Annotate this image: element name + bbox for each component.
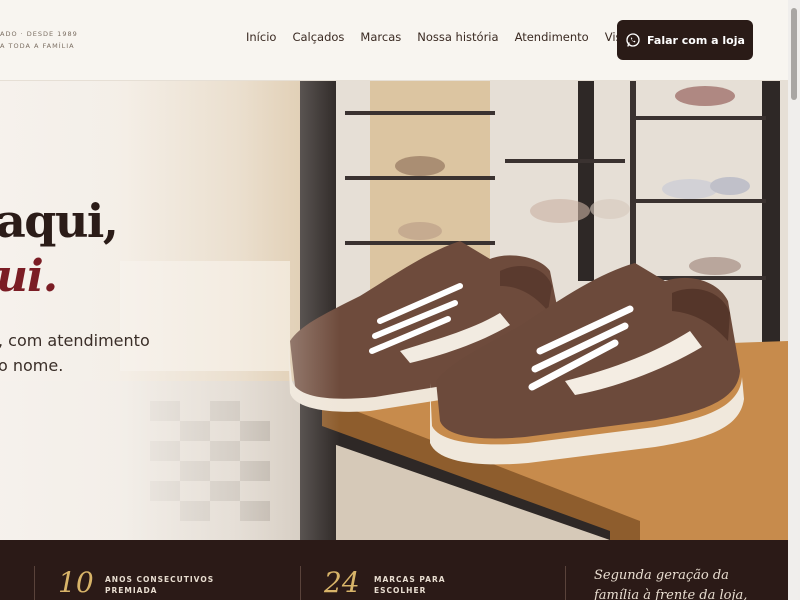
contact-store-label: Falar com a loja [647, 33, 745, 47]
tagline-line-2: A TODA A FAMÍLIA [0, 42, 75, 50]
hero-section: aqui, ui. , com atendimento o nome. [0, 81, 788, 540]
stat-divider [300, 566, 301, 600]
stat-label-brands: MARCAS PARA ESCOLHER [374, 574, 446, 596]
stat-divider [34, 566, 35, 600]
scrollbar-thumb[interactable] [791, 8, 797, 100]
nav-inicio[interactable]: Início [246, 30, 276, 44]
nav-atendimento[interactable]: Atendimento [515, 30, 589, 44]
stat-number-years: 10 [58, 566, 94, 599]
contact-store-button[interactable]: Falar com a loja [617, 20, 753, 60]
hero-subtitle-line-1: , com atendimento [0, 331, 150, 350]
page-scrollbar[interactable] [788, 0, 800, 600]
stat-number-brands: 24 [324, 566, 360, 599]
nav-marcas[interactable]: Marcas [360, 30, 401, 44]
stat-divider [565, 566, 566, 600]
page: ADO · DESDE 1989 A TODA A FAMÍLIA Início… [0, 0, 800, 600]
family-quote-line-2: família à frente da loja, [594, 588, 748, 600]
site-header: ADO · DESDE 1989 A TODA A FAMÍLIA Início… [0, 0, 788, 81]
stat-label-years: ANOS CONSECUTIVOS PREMIADA [105, 574, 214, 596]
stat-label-years-line-1: ANOS CONSECUTIVOS [105, 575, 215, 584]
stat-label-brands-line-1: MARCAS PARA [374, 575, 446, 584]
stat-label-brands-line-2: ESCOLHER [374, 586, 427, 595]
family-quote: Segunda geração da família à frente da l… [594, 566, 747, 600]
family-quote-line-1: Segunda geração da [594, 568, 729, 583]
nav-nossa-historia[interactable]: Nossa história [417, 30, 498, 44]
whatsapp-icon [626, 33, 640, 47]
nav-calcados[interactable]: Calçados [292, 30, 344, 44]
tagline-line-1: ADO · DESDE 1989 [0, 30, 78, 38]
hero-headline-line-1: aqui, [0, 194, 119, 248]
main-nav: Início Calçados Marcas Nossa história At… [246, 30, 652, 44]
hero-text-fade [0, 81, 340, 540]
hero-subtitle-line-2: o nome. [0, 356, 64, 375]
hero-headline-line-2: ui. [0, 251, 58, 302]
stat-label-years-line-2: PREMIADA [105, 586, 158, 595]
brand-tagline: ADO · DESDE 1989 A TODA A FAMÍLIA [0, 28, 78, 52]
